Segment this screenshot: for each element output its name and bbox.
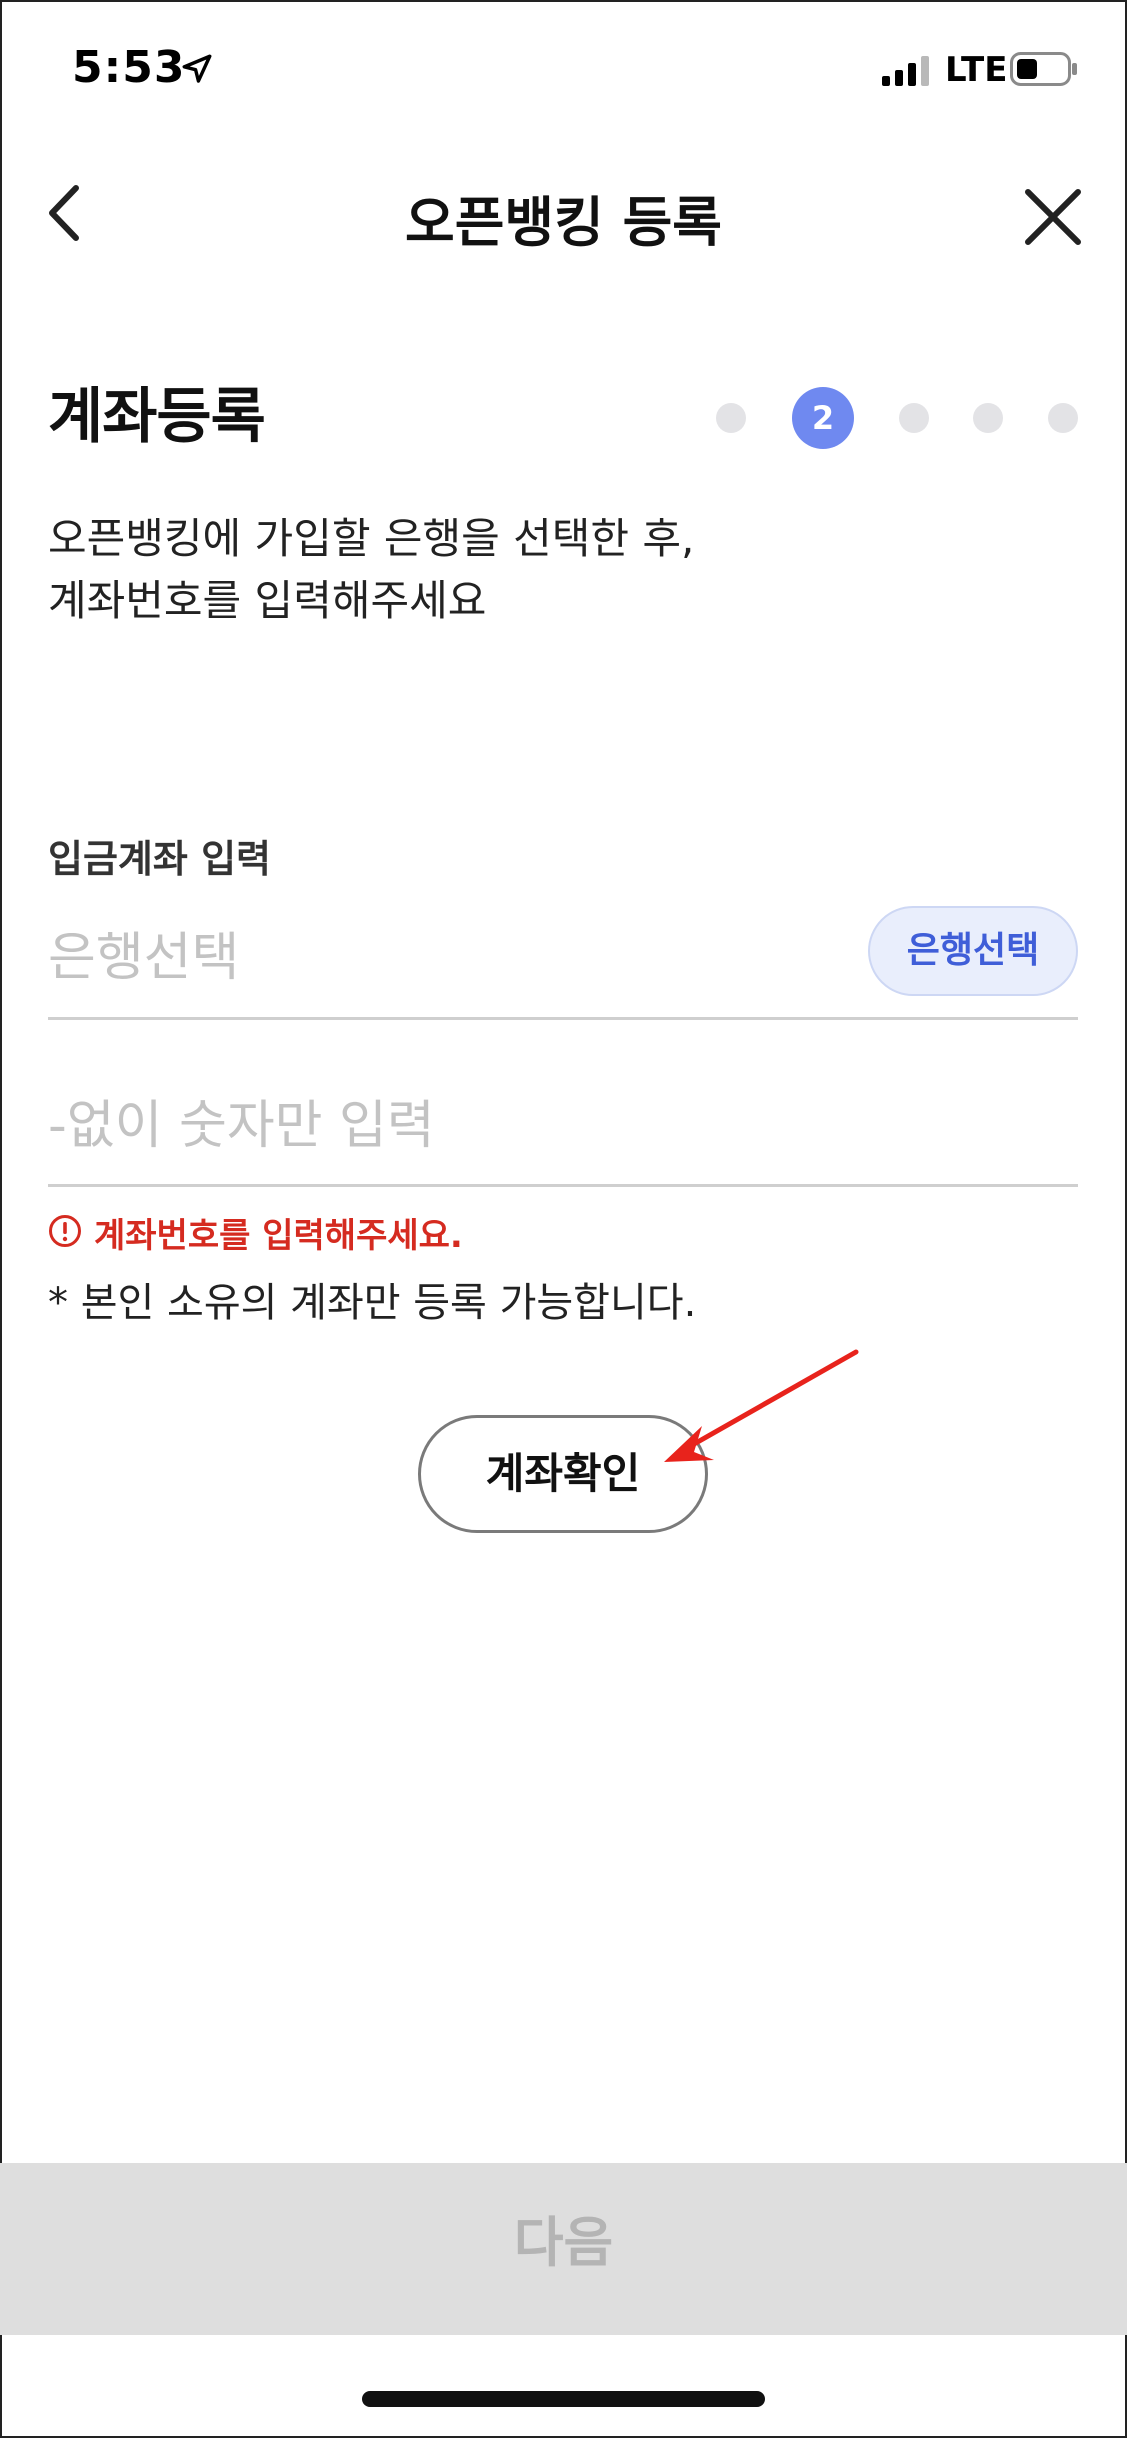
account-number-input[interactable]: -없이 숫자만 입력 bbox=[48, 1083, 435, 1158]
annotation-arrow-icon bbox=[664, 1349, 859, 1462]
battery-icon bbox=[1010, 52, 1077, 86]
error-text: 계좌번호를 입력해주세요. bbox=[94, 1216, 463, 1256]
account-field-underline bbox=[48, 1184, 1078, 1187]
network-type: LTE bbox=[945, 50, 1008, 90]
signal-bars-icon bbox=[882, 56, 929, 86]
status-time: 5:53 bbox=[72, 42, 186, 93]
bank-select-field[interactable]: 은행선택 bbox=[48, 915, 239, 990]
step-dot bbox=[899, 403, 929, 433]
section-title: 계좌등록 bbox=[48, 382, 266, 452]
instruction-line-1: 오픈뱅킹에 가입할 은행을 선택한 후, bbox=[48, 514, 695, 563]
bank-select-button[interactable]: 은행선택 bbox=[868, 906, 1078, 996]
ownership-note: * 본인 소유의 계좌만 등록 가능합니다. bbox=[48, 1280, 697, 1326]
step-dot bbox=[716, 403, 746, 433]
bank-field-underline bbox=[48, 1017, 1078, 1020]
next-button[interactable]: 다음 bbox=[0, 2163, 1127, 2335]
alert-circle-icon bbox=[49, 1215, 81, 1247]
location-arrow-icon bbox=[182, 54, 212, 83]
instruction-text: 오픈뱅킹에 가입할 은행을 선택한 후, 계좌번호를 입력해주세요 bbox=[48, 508, 1048, 632]
step-current: 2 bbox=[792, 387, 854, 449]
close-icon[interactable] bbox=[1022, 186, 1084, 248]
step-dot bbox=[973, 403, 1003, 433]
instruction-line-2: 계좌번호를 입력해주세요 bbox=[48, 576, 487, 625]
home-indicator bbox=[362, 2391, 765, 2407]
step-indicator: 2 bbox=[708, 386, 1088, 450]
next-button-label: 다음 bbox=[513, 2211, 614, 2274]
page-title: 오픈뱅킹 등록 bbox=[405, 191, 722, 254]
step-dot bbox=[1048, 403, 1078, 433]
deposit-account-label: 입금계좌 입력 bbox=[48, 837, 271, 881]
